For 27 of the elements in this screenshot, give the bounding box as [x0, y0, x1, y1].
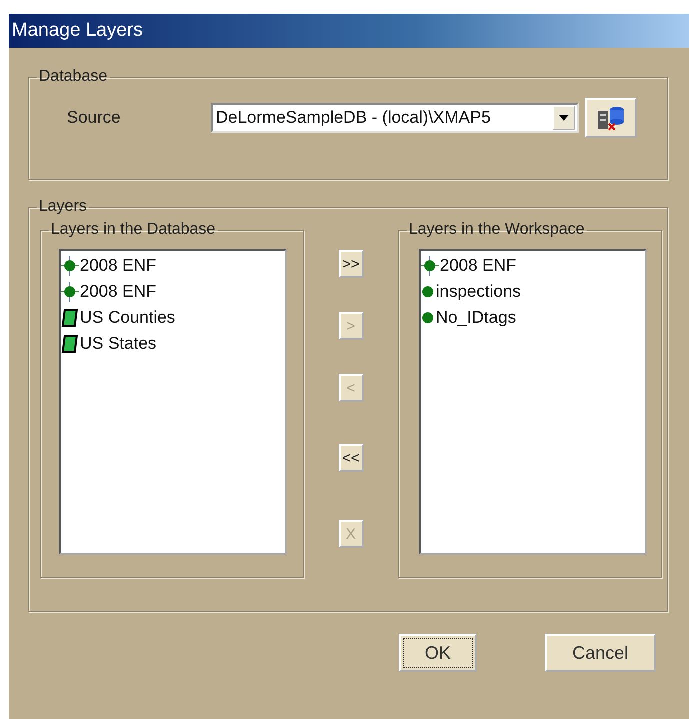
layer-list[interactable]: 2008 ENF inspections No_IDtags — [419, 249, 647, 555]
transfer-button[interactable]: << — [338, 444, 364, 472]
layer-item[interactable]: 2008 ENF — [80, 282, 157, 302]
database-button[interactable] — [585, 98, 637, 138]
layer-item[interactable]: US Counties — [80, 308, 176, 328]
group-label: Layers in the Database — [50, 221, 217, 239]
layer-item[interactable]: 2008 ENF — [440, 256, 517, 276]
transfer-button[interactable]: >> — [338, 250, 364, 278]
source-dropdown[interactable]: DeLormeSampleDB - (local)\XMAP5 — [211, 103, 579, 133]
cancel-button[interactable]: Cancel — [545, 634, 656, 672]
layer-item[interactable]: inspections — [436, 282, 522, 302]
layer-list[interactable]: 2008 ENF 2008 ENF US Counties US States — [59, 249, 287, 555]
layer-item[interactable]: 2008 ENF — [80, 256, 157, 276]
point-target-icon — [421, 255, 439, 277]
group-label: Layers — [38, 198, 88, 216]
point-target-icon — [61, 255, 79, 277]
ok-button[interactable]: OK — [399, 634, 477, 672]
polygon-icon — [61, 333, 79, 355]
layer-item[interactable]: No_IDtags — [436, 308, 516, 328]
point-target-icon — [61, 281, 79, 303]
database-icon — [596, 105, 626, 131]
group-label: Layers in the Workspace — [408, 221, 586, 239]
layer-item[interactable]: US States — [80, 334, 157, 354]
source-label: Source — [67, 108, 122, 128]
polygon-icon — [61, 307, 79, 329]
window-title: Manage Layers — [9, 14, 689, 48]
group-label: Database — [38, 68, 108, 86]
